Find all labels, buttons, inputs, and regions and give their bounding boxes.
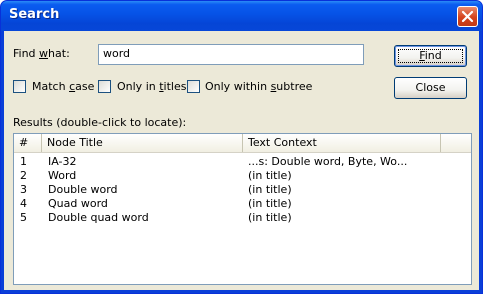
window-title: Search (9, 7, 60, 22)
only-within-subtree-label[interactable]: Only within subtree (205, 80, 312, 93)
find-button[interactable]: Find (394, 45, 467, 67)
row-text-context: ...s: Double word, Byte, Wo... (248, 155, 408, 168)
row-number: 2 (20, 169, 27, 182)
results-label: Results (double-click to locate): (13, 116, 187, 129)
result-row[interactable]: 2 Word (in title) (14, 169, 471, 183)
column-header-node-title[interactable]: Node Title (42, 134, 243, 152)
result-row[interactable]: 3 Double word (in title) (14, 183, 471, 197)
column-header-number[interactable]: # (14, 134, 42, 152)
dialog-body: Find what: word Find Close Match case On… (4, 31, 479, 290)
row-text-context: (in title) (248, 197, 292, 210)
find-what-input[interactable]: word (98, 44, 364, 65)
results-list[interactable]: # Node Title Text Context 1 IA-32 ...s: … (13, 133, 472, 285)
row-text-context: (in title) (248, 169, 292, 182)
row-node-title: Quad word (48, 197, 108, 210)
row-number: 5 (20, 211, 27, 224)
row-text-context: (in title) (248, 183, 292, 196)
find-what-value: word (103, 47, 131, 60)
results-header: # Node Title Text Context (14, 134, 471, 153)
result-row[interactable]: 5 Double quad word (in title) (14, 211, 471, 225)
row-node-title: Double word (48, 183, 118, 196)
match-case-checkbox[interactable] (13, 80, 26, 93)
only-in-titles-checkbox[interactable] (98, 80, 111, 93)
row-number: 1 (20, 155, 27, 168)
row-text-context: (in title) (248, 211, 292, 224)
close-icon (461, 10, 474, 23)
search-dialog: Search Find what: word Find Close Match … (0, 0, 483, 294)
find-what-label: Find what: (13, 47, 70, 60)
match-case-label[interactable]: Match case (32, 80, 94, 93)
result-row[interactable]: 4 Quad word (in title) (14, 197, 471, 211)
only-in-titles-label[interactable]: Only in titles (117, 80, 186, 93)
result-row[interactable]: 1 IA-32 ...s: Double word, Byte, Wo... (14, 155, 471, 169)
only-within-subtree-checkbox[interactable] (187, 80, 200, 93)
column-header-text-context[interactable]: Text Context (243, 134, 441, 152)
row-node-title: Double quad word (48, 211, 149, 224)
row-number: 4 (20, 197, 27, 210)
title-bar[interactable]: Search (1, 1, 482, 31)
focus-rectangle (398, 49, 463, 63)
close-button[interactable]: Close (394, 77, 467, 99)
row-number: 3 (20, 183, 27, 196)
row-node-title: IA-32 (48, 155, 77, 168)
row-node-title: Word (48, 169, 77, 182)
close-window-button[interactable] (457, 6, 478, 27)
